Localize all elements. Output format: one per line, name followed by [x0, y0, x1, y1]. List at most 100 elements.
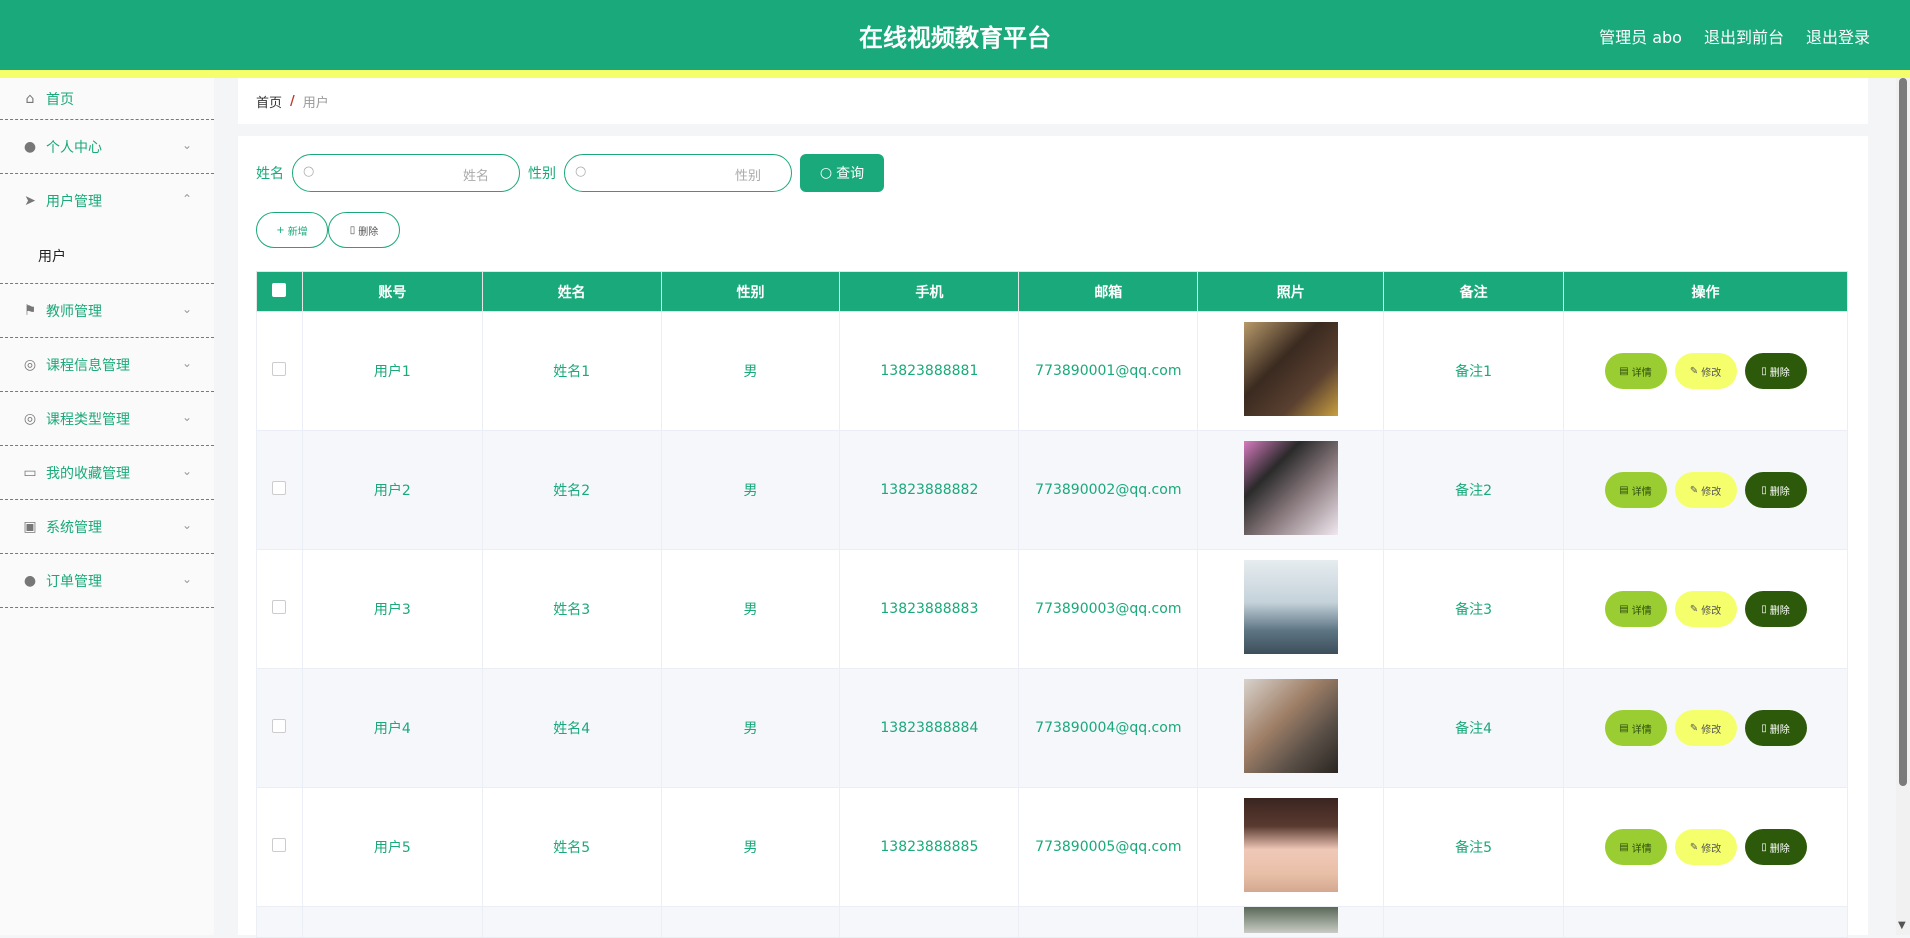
sidebar-item-system[interactable]: ▣ 系统管理 ⌄: [0, 500, 214, 554]
sidebar-item-favorites[interactable]: ▭ 我的收藏管理 ⌄: [0, 446, 214, 500]
user-photo[interactable]: [1243, 798, 1338, 892]
delete-button[interactable]: ▯ 删除: [1744, 829, 1807, 865]
delete-button[interactable]: ▯ 删除: [1744, 710, 1807, 746]
logout-link[interactable]: 退出登录: [1806, 24, 1870, 48]
home-icon: ⌂: [25, 90, 35, 107]
document-icon: ▤: [1619, 722, 1629, 734]
detail-label: 详情: [1631, 605, 1652, 617]
edit-label: 修改: [1701, 724, 1722, 736]
sidebar-item-label: 教师管理: [46, 303, 102, 320]
detail-button[interactable]: ▤ 详情: [1604, 710, 1667, 746]
row-checkbox[interactable]: [272, 362, 287, 376]
detail-button[interactable]: ▤ 详情: [1604, 472, 1667, 508]
detail-button[interactable]: ▤ 详情: [1604, 353, 1667, 389]
cell-gender: 男: [660, 668, 841, 788]
edit-label: 修改: [1701, 486, 1722, 498]
sidebar-item-label: 课程信息管理: [46, 357, 130, 374]
sidebar-item-home[interactable]: ⌂ 首页: [0, 78, 214, 120]
row-checkbox[interactable]: [272, 719, 287, 733]
user-photo[interactable]: [1243, 679, 1338, 773]
document-icon: ▤: [1619, 365, 1629, 377]
vertical-scrollbar[interactable]: ▼: [1896, 78, 1910, 935]
cell-gender: 男: [660, 311, 841, 431]
user-table: 账号 姓名 性别 手机 邮箱 照片 备注 操作 用户1 姓名1 男 138238…: [256, 271, 1848, 938]
edit-label: 修改: [1701, 843, 1722, 855]
delete-button[interactable]: ▯ 删除: [1744, 591, 1807, 627]
chevron-down-icon: ⌄: [181, 464, 192, 478]
sidebar-item-teacher[interactable]: ⚑ 教师管理 ⌄: [0, 284, 214, 338]
document-icon: ▤: [1619, 603, 1629, 615]
column-header: 邮箱: [1018, 271, 1199, 312]
pencil-icon: ✎: [1689, 365, 1699, 377]
cell-phone: 13823888883: [839, 549, 1020, 669]
trash-icon: ▯: [1761, 603, 1767, 615]
name-placeholder: 姓名: [462, 169, 489, 184]
edit-button[interactable]: ✎ 修改: [1674, 829, 1737, 865]
sidebar-item-course-type[interactable]: ◎ 课程类型管理 ⌄: [0, 392, 214, 446]
search-icon: ○: [575, 164, 587, 179]
cell-name: 姓名2: [481, 430, 662, 550]
edit-button[interactable]: ✎ 修改: [1674, 591, 1737, 627]
detail-button[interactable]: ▤ 详情: [1604, 591, 1667, 627]
detail-label: 详情: [1631, 724, 1652, 736]
add-button[interactable]: + 新增: [256, 212, 328, 248]
select-all-checkbox[interactable]: [272, 282, 287, 297]
table-row: [256, 906, 1848, 938]
cell-account: 用户4: [301, 668, 483, 788]
query-button-label: 查询: [836, 166, 865, 182]
plus-icon: +: [276, 224, 285, 236]
sidebar-item-personal[interactable]: ● 个人中心 ⌄: [0, 120, 214, 174]
edit-button[interactable]: ✎ 修改: [1674, 353, 1737, 389]
select-all-header[interactable]: [256, 271, 303, 312]
user-photo[interactable]: [1243, 322, 1338, 416]
scrollbar-thumb[interactable]: [1899, 78, 1907, 786]
sidebar-item-orders[interactable]: ● 订单管理 ⌄: [0, 554, 214, 608]
detail-label: 详情: [1631, 367, 1652, 379]
delete-label: 删除: [1769, 605, 1790, 617]
sidebar-item-course-info[interactable]: ◎ 课程信息管理 ⌄: [0, 338, 214, 392]
cell-name: 姓名1: [481, 311, 662, 431]
sidebar-subitem-user[interactable]: 用户: [0, 228, 214, 284]
trash-icon: ▯: [1761, 841, 1767, 853]
cell-account: 用户5: [301, 787, 483, 907]
compass-icon: ◎: [23, 356, 37, 373]
cell-note: 备注1: [1383, 311, 1565, 431]
row-checkbox[interactable]: [272, 481, 287, 495]
sidebar-item-label: 系统管理: [46, 519, 102, 536]
delete-button[interactable]: ▯ 删除: [1744, 472, 1807, 508]
card-icon: ▭: [23, 464, 37, 481]
query-button[interactable]: ○ 查询: [800, 154, 884, 192]
gender-label: 性别: [528, 166, 556, 182]
sidebar-item-user-management[interactable]: ➤ 用户管理 ⌃: [0, 174, 214, 228]
edit-button[interactable]: ✎ 修改: [1674, 710, 1737, 746]
cell-note: 备注5: [1383, 787, 1565, 907]
cell-account: 用户2: [301, 430, 483, 550]
user-icon: ●: [23, 138, 37, 155]
back-to-front-link[interactable]: 退出到前台: [1704, 24, 1784, 48]
detail-label: 详情: [1631, 843, 1652, 855]
table-row: 用户3 姓名3 男 13823888883 773890003@qq.com 备…: [256, 549, 1848, 669]
delete-label: 删除: [1769, 724, 1790, 736]
edit-button[interactable]: ✎ 修改: [1674, 472, 1737, 508]
row-checkbox[interactable]: [272, 600, 287, 614]
breadcrumb-home[interactable]: 首页: [256, 92, 282, 111]
column-header: 照片: [1197, 271, 1385, 312]
trash-icon: ▯: [1761, 722, 1767, 734]
name-search-input[interactable]: ○ 姓名: [292, 154, 520, 192]
delete-button[interactable]: ▯ 删除: [1744, 353, 1807, 389]
gender-search-input[interactable]: ○ 性别: [564, 154, 792, 192]
column-header: 账号: [301, 271, 483, 312]
detail-button[interactable]: ▤ 详情: [1604, 829, 1667, 865]
user-photo[interactable]: [1243, 907, 1338, 933]
user-photo[interactable]: [1243, 441, 1338, 535]
user-photo[interactable]: [1243, 560, 1338, 654]
cell-gender: 男: [660, 549, 841, 669]
row-checkbox[interactable]: [272, 838, 287, 852]
scroll-down-arrow-icon[interactable]: ▼: [1898, 920, 1906, 931]
sidebar-item-label: 我的收藏管理: [46, 465, 130, 482]
add-button-label: 新增: [287, 226, 308, 238]
edit-label: 修改: [1701, 605, 1722, 617]
cell-email: 773890005@qq.com: [1018, 787, 1199, 907]
trash-icon: ▯: [349, 224, 356, 236]
batch-delete-button[interactable]: ▯ 删除: [328, 212, 400, 248]
